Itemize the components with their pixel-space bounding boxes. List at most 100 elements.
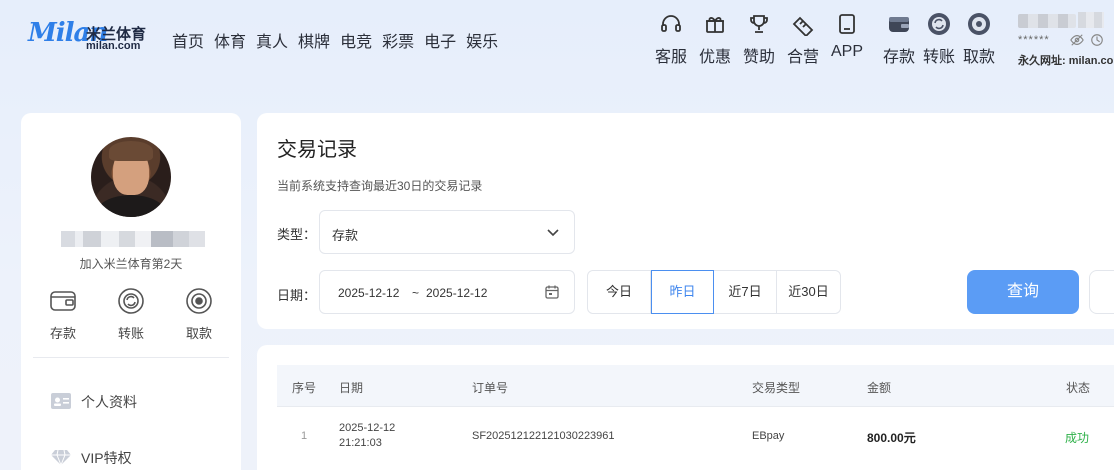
- quick-range-group: 今日 昨日 近7日 近30日: [587, 270, 841, 314]
- withdraw-icon: [186, 288, 212, 314]
- quick-7days-button[interactable]: 近7日: [714, 271, 777, 313]
- date-start: 2025-12-12: [338, 286, 400, 300]
- tablet-icon: [839, 14, 855, 34]
- wallet-icon: [889, 17, 909, 32]
- eye-hidden-icon[interactable]: [1070, 33, 1084, 47]
- quick-today-button[interactable]: 今日: [588, 271, 651, 313]
- date-label: 日期：: [277, 288, 317, 303]
- username-masked-extra: [1078, 12, 1104, 28]
- sidebar-item-label: 个人资料: [81, 394, 137, 410]
- nav-lottery[interactable]: 彩票: [382, 28, 414, 52]
- nav-sports[interactable]: 体育: [214, 28, 246, 52]
- top-header: Milan 米兰体育 milan.com 首页 体育 真人 棋牌 电竞 彩票 电…: [0, 0, 1114, 80]
- permanent-url: 永久网址: milan.com: [1018, 55, 1114, 67]
- sidebar-item-profile[interactable]: 个人资料: [51, 390, 231, 412]
- type-select[interactable]: 存款: [319, 210, 575, 254]
- headset-icon: [661, 15, 681, 32]
- calendar-icon: [545, 285, 559, 299]
- col-status: 状态: [1066, 381, 1091, 395]
- cell-status: 成功: [1065, 431, 1090, 445]
- header-app-label: APP: [830, 43, 863, 60]
- header-deposit-label: 存款: [882, 49, 915, 66]
- brand-logo[interactable]: Milan 米兰体育 milan.com: [28, 18, 153, 58]
- header-app-button[interactable]: APP: [825, 12, 869, 61]
- cell-type: EBpay: [752, 430, 785, 442]
- type-select-value: 存款: [332, 228, 359, 243]
- table-row[interactable]: 1 2025-12-12 21:21:03 SF2025121221210302…: [277, 407, 1114, 467]
- cell-index: 1: [301, 430, 308, 442]
- header-partner-label: 合营: [786, 49, 819, 66]
- avatar-hair: [109, 141, 153, 161]
- avatar[interactable]: [91, 137, 171, 217]
- nav-chess[interactable]: 棋牌: [298, 28, 330, 52]
- transfer-icon: [118, 288, 144, 314]
- cell-time: 21:21:03: [339, 437, 382, 449]
- type-label: 类型：: [277, 227, 317, 242]
- sidebar-withdraw-button[interactable]: 取款: [175, 287, 223, 342]
- cell-order: SF202512122121030223961: [472, 430, 615, 442]
- quick-yesterday-button[interactable]: 昨日: [651, 270, 714, 314]
- diamond-icon: [51, 449, 71, 466]
- avatar-shoulders: [95, 195, 167, 217]
- gift-icon: [706, 17, 724, 33]
- username-masked: [1018, 14, 1076, 28]
- sidebar-item-vip[interactable]: VIP特权: [51, 446, 231, 468]
- main-nav: 首页 体育 真人 棋牌 电竞 彩票 电子 娱乐: [172, 28, 508, 52]
- filter-panel: 交易记录 当前系统支持查询最近30日的交易记录 类型： 存款 日期： 2025-…: [257, 113, 1114, 329]
- header-withdraw-label: 取款: [962, 49, 995, 66]
- date-end: 2025-12-12: [426, 286, 488, 300]
- header-promo-button[interactable]: 优惠: [693, 12, 737, 67]
- sidebar-withdraw-label: 取款: [185, 326, 212, 341]
- chevron-down-icon: [547, 229, 559, 237]
- col-order: 订单号: [472, 381, 509, 395]
- table-header: 序号 日期 订单号 交易类型 金额 状态: [277, 365, 1114, 407]
- col-index: 序号: [292, 381, 317, 395]
- header-service-button[interactable]: 客服: [649, 12, 693, 67]
- sidebar-transfer-label: 转账: [117, 326, 144, 341]
- header-withdraw-button[interactable]: 取款: [957, 12, 1001, 67]
- sidebar-deposit-button[interactable]: 存款: [39, 287, 87, 342]
- cell-date: 2025-12-12: [339, 422, 396, 434]
- refresh-icon[interactable]: [1090, 33, 1104, 47]
- nav-entertainment[interactable]: 娱乐: [466, 28, 498, 52]
- handshake-icon: [792, 16, 814, 36]
- col-type: 交易类型: [752, 381, 801, 395]
- sidebar-actions: 存款 转账 取款: [21, 287, 241, 347]
- withdraw-icon: [968, 13, 990, 35]
- id-card-icon: [51, 393, 71, 409]
- nav-slots[interactable]: 电子: [424, 28, 456, 52]
- page-title: 交易记录: [277, 139, 357, 161]
- header-sponsor-button[interactable]: 赞助: [737, 12, 781, 67]
- header-deposit-button[interactable]: 存款: [877, 12, 921, 67]
- username-blurred: [61, 231, 205, 247]
- header-transfer-button[interactable]: 转账: [917, 12, 961, 67]
- balance-masked: ******: [1018, 34, 1050, 46]
- nav-home[interactable]: 首页: [172, 28, 204, 52]
- header-sponsor-label: 赞助: [742, 49, 775, 66]
- join-days-text: 加入米兰体育第2天: [79, 257, 183, 271]
- trophy-icon: [750, 15, 768, 33]
- quick-30days-button[interactable]: 近30日: [777, 271, 840, 313]
- page-subtitle: 当前系统支持查询最近30日的交易记录: [277, 179, 483, 193]
- query-button[interactable]: 查询: [967, 270, 1079, 314]
- sidebar-deposit-label: 存款: [49, 326, 76, 341]
- transaction-table: 序号 日期 订单号 交易类型 金额 状态 1 2025-12-12 21:21:…: [257, 345, 1114, 470]
- user-sidebar: 加入米兰体育第2天 存款 转账 取款 个人资料 VIP特权: [21, 113, 241, 470]
- header-transfer-label: 转账: [922, 49, 955, 66]
- header-service-label: 客服: [654, 49, 687, 66]
- date-range-picker[interactable]: 2025-12-12 ~ 2025-12-12: [319, 270, 575, 314]
- reset-button[interactable]: [1089, 270, 1114, 314]
- header-partner-button[interactable]: 合营: [781, 12, 825, 67]
- date-separator: ~: [412, 286, 420, 300]
- sidebar-item-label: VIP特权: [81, 450, 132, 466]
- cell-amount: 800.00元: [867, 431, 916, 445]
- col-date: 日期: [339, 381, 364, 395]
- wallet-icon: [50, 291, 76, 311]
- transfer-icon: [928, 13, 950, 35]
- sidebar-divider: [33, 357, 229, 358]
- header-promo-label: 优惠: [698, 49, 731, 66]
- sidebar-transfer-button[interactable]: 转账: [107, 287, 155, 342]
- nav-esports[interactable]: 电竞: [340, 28, 372, 52]
- col-amount: 金额: [867, 381, 892, 395]
- nav-live[interactable]: 真人: [256, 28, 288, 52]
